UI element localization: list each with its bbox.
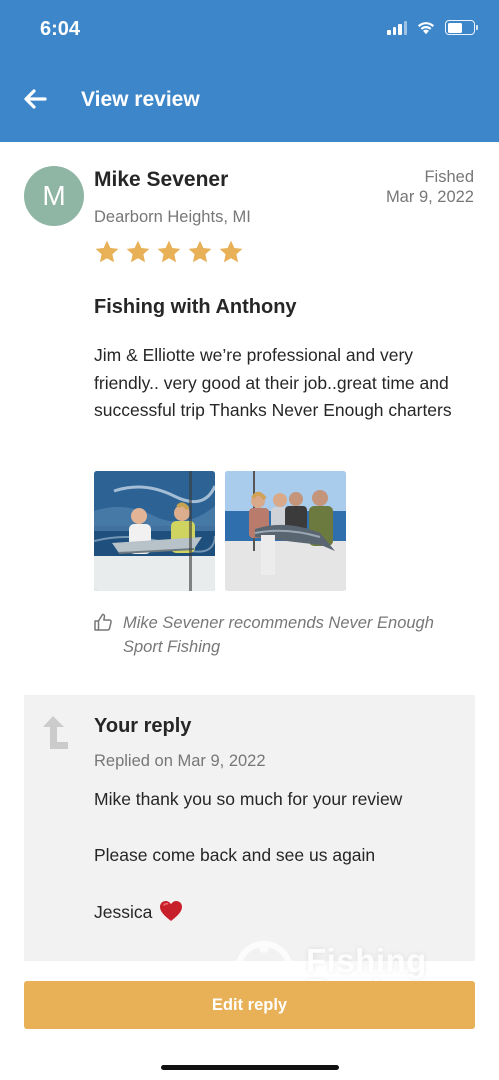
star-icon	[188, 240, 212, 263]
reviewer-name: Mike Sevener	[94, 168, 229, 191]
review-title: Fishing with Anthony	[94, 296, 297, 318]
wifi-icon	[417, 22, 435, 35]
fished-date: Mar 9, 2022	[385, 188, 474, 206]
fished-label: Fished	[424, 168, 474, 186]
reply-date: Replied on Mar 9, 2022	[94, 752, 266, 770]
reply-signature-name: Jessica	[94, 902, 153, 922]
reply-signature: Jessica	[94, 900, 183, 923]
review-photos	[94, 471, 346, 591]
back-arrow-icon[interactable]	[22, 86, 48, 112]
status-icons	[387, 20, 478, 35]
heart-icon	[160, 901, 183, 921]
avatar: M	[24, 166, 84, 226]
home-indicator[interactable]	[161, 1065, 339, 1070]
reviewer-location: Dearborn Heights, MI	[94, 208, 251, 226]
status-time: 6:04	[40, 18, 81, 40]
reply-text-line: Mike thank you so much for your review	[94, 789, 403, 809]
star-icon	[95, 240, 119, 263]
thumbs-up-icon	[94, 613, 112, 631]
recommendation-text: Mike Sevener recommends Never Enough Spo…	[123, 614, 434, 656]
battery-icon	[445, 20, 478, 35]
cellular-signal-icon	[387, 20, 407, 35]
review-body: Jim & Elliotte we’re professional and ve…	[94, 345, 452, 421]
star-icon	[157, 240, 181, 263]
reply-title: Your reply	[94, 715, 192, 737]
star-rating	[94, 239, 244, 265]
reply-arrow-icon	[43, 716, 68, 749]
reply-section: Your reply Replied on Mar 9, 2022 Mike t…	[24, 695, 475, 961]
star-icon	[126, 240, 150, 263]
review-photo[interactable]	[94, 471, 215, 591]
star-icon	[219, 240, 243, 263]
review-photo[interactable]	[225, 471, 346, 591]
page-title: View review	[81, 88, 200, 111]
app-header: 6:04 View review	[0, 0, 499, 142]
reply-text-line: Please come back and see us again	[94, 845, 376, 865]
edit-reply-button[interactable]: Edit reply	[24, 981, 475, 1029]
